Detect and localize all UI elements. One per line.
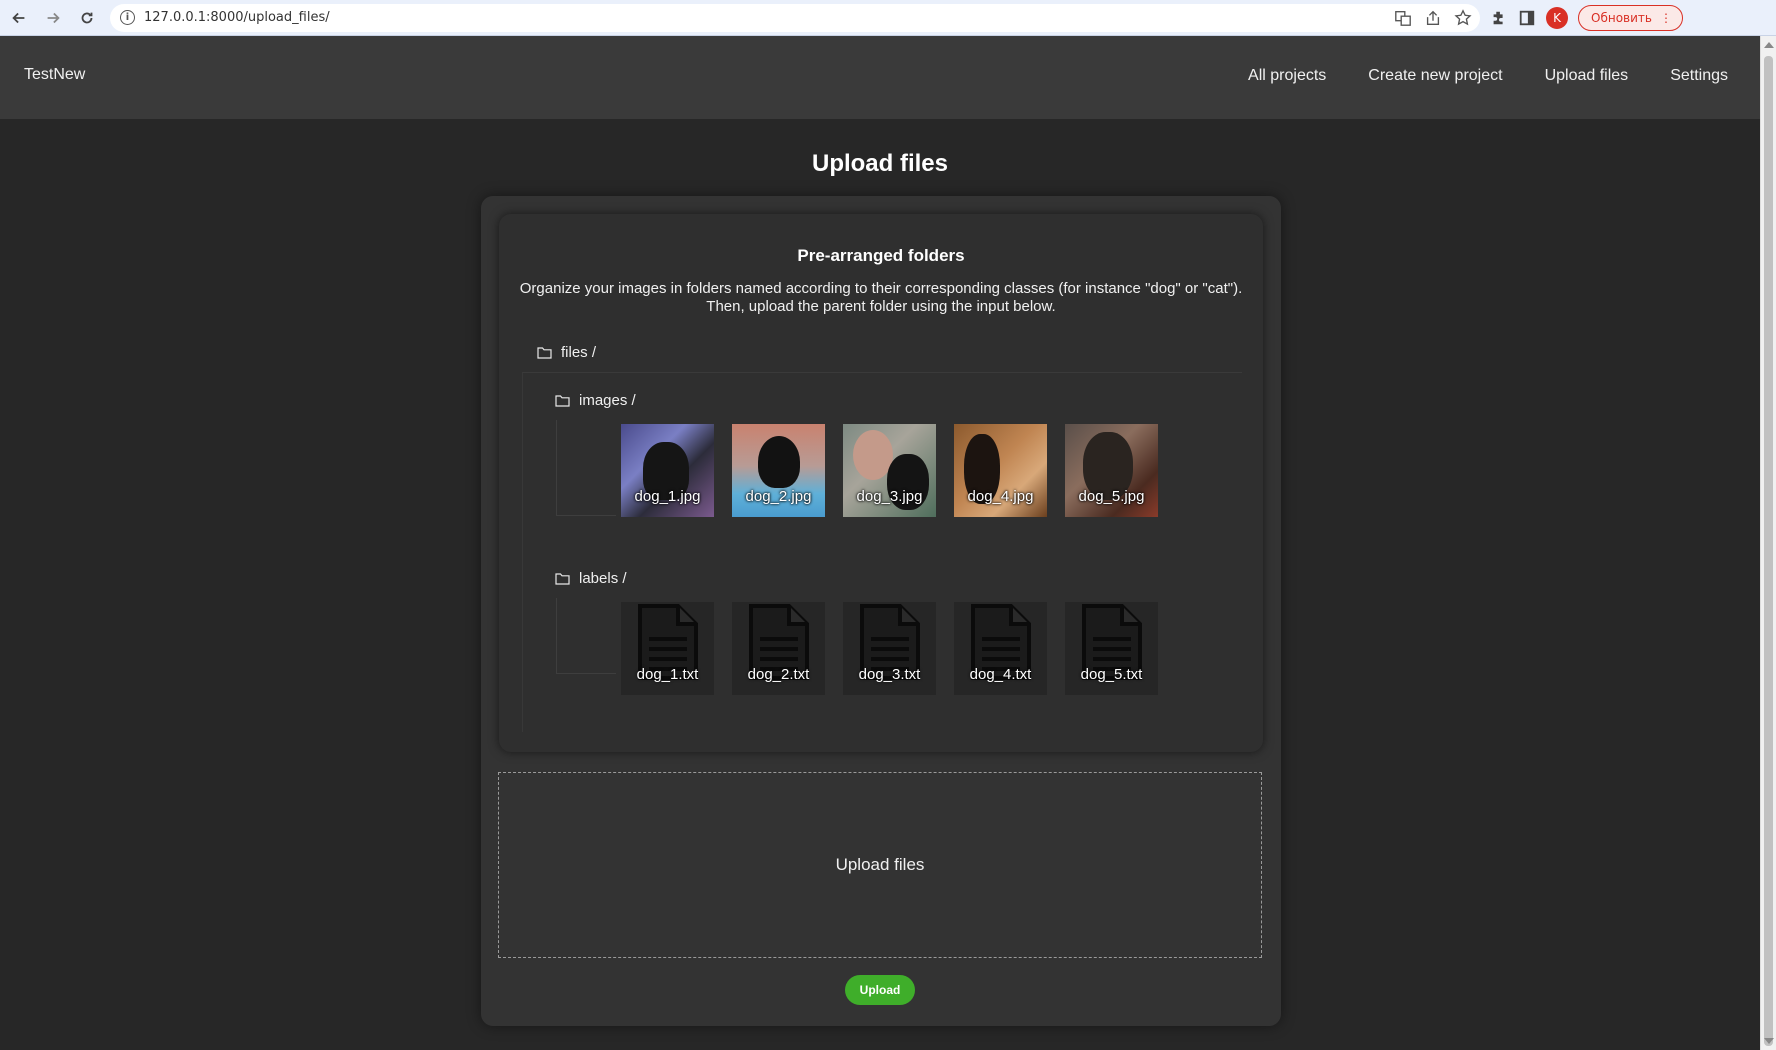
browser-update-label: Обновить xyxy=(1591,10,1652,25)
nav-links: All projects Create new project Upload f… xyxy=(1248,67,1728,85)
text-file[interactable]: dog_5.txt xyxy=(1065,602,1158,695)
reload-icon[interactable] xyxy=(72,3,102,33)
scroll-down-icon[interactable] xyxy=(1764,1038,1774,1044)
folder-icon xyxy=(555,395,570,407)
image-filename: dog_3.jpg xyxy=(856,488,923,505)
image-thumb[interactable]: dog_4.jpg xyxy=(954,424,1047,517)
upload-button[interactable]: Upload xyxy=(845,975,915,1005)
folder-labels: labels / xyxy=(555,570,627,587)
image-thumb[interactable]: dog_2.jpg xyxy=(732,424,825,517)
bookmark-star-icon[interactable] xyxy=(1454,8,1472,27)
page-title: Upload files xyxy=(811,150,949,177)
info-icon[interactable]: i xyxy=(120,10,135,25)
page-scrollbar[interactable] xyxy=(1760,36,1776,1050)
instructions-line-1: Organize your images in folders named ac… xyxy=(519,280,1243,297)
folder-icon xyxy=(537,347,552,359)
url-text: 127.0.0.1:8000/upload_files/ xyxy=(144,10,330,25)
translate-icon[interactable] xyxy=(1394,9,1412,27)
nav-create-new-project[interactable]: Create new project xyxy=(1368,67,1502,85)
nav-settings[interactable]: Settings xyxy=(1670,67,1728,85)
image-thumb[interactable]: dog_5.jpg xyxy=(1065,424,1158,517)
image-filename: dog_2.jpg xyxy=(745,488,812,505)
text-file[interactable]: dog_1.txt xyxy=(621,602,714,695)
browser-update-button[interactable]: Обновить ⋮ xyxy=(1578,4,1683,31)
tree-connector xyxy=(556,598,616,674)
file-dropzone[interactable]: Upload files xyxy=(498,772,1262,958)
back-icon[interactable] xyxy=(4,3,34,33)
label-files: dog_1.txt dog_2.txt dog_3.txt dog_4.txt … xyxy=(621,602,1158,695)
instructions-text: Organize your images in folders named ac… xyxy=(499,280,1263,316)
kebab-menu-icon[interactable]: ⋮ xyxy=(1660,11,1672,25)
text-filename: dog_3.txt xyxy=(858,666,921,683)
scrollbar-thumb[interactable] xyxy=(1764,56,1773,1046)
dog-silhouette xyxy=(758,436,800,488)
image-thumb[interactable]: dog_1.jpg xyxy=(621,424,714,517)
text-filename: dog_4.txt xyxy=(969,666,1032,683)
folder-images-label: images / xyxy=(579,392,636,409)
share-icon[interactable] xyxy=(1424,9,1442,27)
image-filename: dog_1.jpg xyxy=(634,488,701,505)
folder-files-label: files / xyxy=(561,344,597,361)
folder-files: files / xyxy=(537,344,596,361)
tree-connector xyxy=(556,420,616,516)
scroll-up-icon[interactable] xyxy=(1764,42,1774,48)
dropzone-label: Upload files xyxy=(835,855,925,874)
brand-logo[interactable]: TestNew xyxy=(24,66,85,84)
text-filename: dog_1.txt xyxy=(636,666,699,683)
forward-icon[interactable] xyxy=(38,3,68,33)
folder-icon xyxy=(555,573,570,585)
app-navbar: TestNew All projects Create new project … xyxy=(0,36,1760,119)
instructions-line-2: Then, upload the parent folder using the… xyxy=(706,298,1056,315)
nav-upload-files[interactable]: Upload files xyxy=(1545,67,1629,85)
sidepanel-icon[interactable] xyxy=(1518,9,1536,27)
text-filename: dog_2.txt xyxy=(747,666,810,683)
text-file[interactable]: dog_2.txt xyxy=(732,602,825,695)
extensions-icon[interactable] xyxy=(1490,9,1508,27)
image-thumbnails: dog_1.jpg dog_2.jpg dog_3.jpg dog_4.jpg … xyxy=(621,424,1158,517)
nav-all-projects[interactable]: All projects xyxy=(1248,67,1326,85)
folder-labels-label: labels / xyxy=(579,570,627,587)
text-file[interactable]: dog_4.txt xyxy=(954,602,1047,695)
section-title: Pre-arranged folders xyxy=(797,246,965,265)
text-filename: dog_5.txt xyxy=(1080,666,1143,683)
profile-avatar[interactable]: K xyxy=(1546,6,1568,29)
text-file[interactable]: dog_3.txt xyxy=(843,602,936,695)
folder-images: images / xyxy=(555,392,636,409)
address-bar[interactable]: i 127.0.0.1:8000/upload_files/ xyxy=(110,3,1480,32)
image-filename: dog_4.jpg xyxy=(967,488,1034,505)
browser-toolbar: i 127.0.0.1:8000/upload_files/ K Обновит… xyxy=(0,0,1776,36)
image-thumb[interactable]: dog_3.jpg xyxy=(843,424,936,517)
image-filename: dog_5.jpg xyxy=(1078,488,1145,505)
